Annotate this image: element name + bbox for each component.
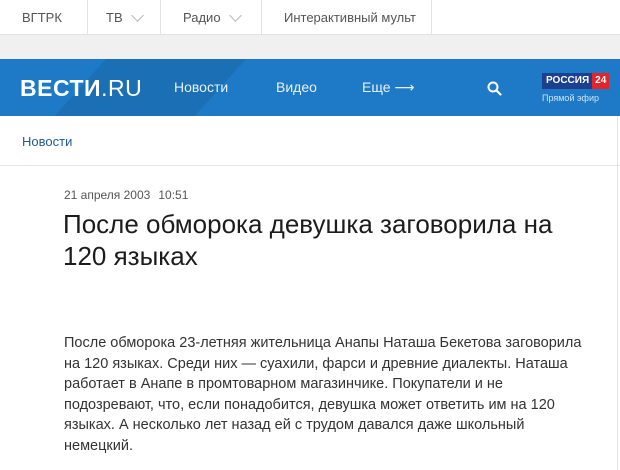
breadcrumb: Новости — [0, 116, 620, 166]
top-item-tv[interactable]: ТВ — [88, 0, 161, 35]
article-title: После обморока девушка заговорила на 120… — [63, 209, 553, 271]
nav-news[interactable]: Новости — [174, 79, 228, 95]
top-item-interactive[interactable]: Интерактивный мульт — [262, 0, 432, 35]
breadcrumb-news[interactable]: Новости — [22, 134, 72, 149]
logo-suffix: .RU — [101, 75, 143, 101]
channel-number: 24 — [592, 73, 610, 89]
article-date: 21 апреля 2003 10:51 — [64, 188, 188, 202]
channel-name: РОССИЯ — [542, 73, 593, 89]
top-item-label: Интерактивный мульт — [284, 10, 416, 25]
top-item-label: ТВ — [106, 10, 123, 25]
top-item-radio[interactable]: Радио — [161, 0, 262, 35]
grey-divider-strip — [0, 35, 620, 59]
article-body: После обморока 23-летняя жительница Анап… — [64, 335, 582, 454]
nav-video[interactable]: Видео — [276, 79, 317, 95]
chevron-down-icon — [228, 8, 242, 22]
search-icon[interactable] — [487, 81, 502, 96]
nav-more[interactable]: Еще ⟶ — [362, 79, 414, 96]
article-date-day: 21 апреля 2003 — [64, 188, 151, 202]
logo-main: ВЕСТИ — [20, 75, 102, 101]
russia24-badge[interactable]: РОССИЯ 24 — [542, 73, 610, 89]
article-time: 10:51 — [158, 188, 189, 202]
top-item-label: ВГТРК — [22, 10, 62, 25]
top-network-bar: ВГТРК ТВ Радио Интерактивный мульт — [0, 0, 620, 35]
vesti-logo[interactable]: ВЕСТИ.RU — [20, 75, 142, 102]
live-stream-link[interactable]: Прямой эфир — [542, 93, 599, 103]
top-item-vgtrk[interactable]: ВГТРК — [0, 0, 88, 35]
top-item-label: Радио — [183, 10, 221, 25]
site-header: ВЕСТИ.RU Новости Видео Еще ⟶ — [0, 59, 620, 116]
content-border — [617, 116, 618, 470]
chevron-down-icon — [130, 8, 144, 22]
